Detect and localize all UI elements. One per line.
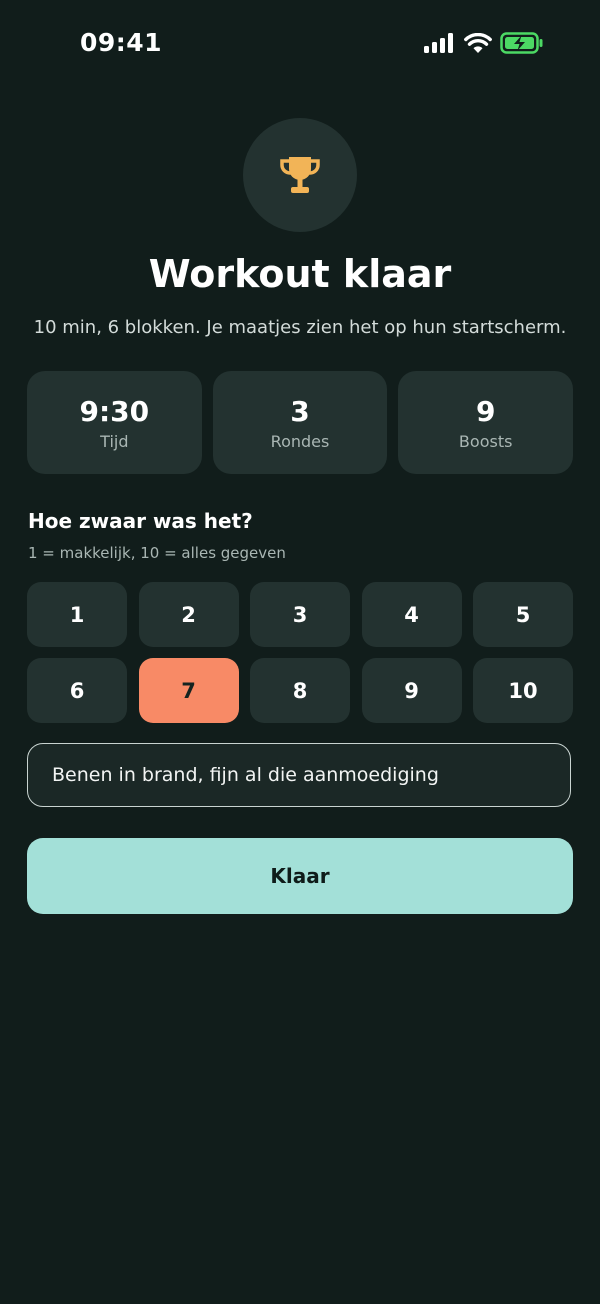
stat-label: Rondes: [270, 432, 330, 451]
rating-option-8[interactable]: 8: [250, 658, 350, 723]
stat-card-time: 9:30 Tijd: [27, 371, 202, 474]
wifi-icon: [464, 32, 492, 53]
effort-hint: 1 = makkelijk, 10 = alles gegeven: [28, 544, 286, 562]
effort-rating-grid: 1 2 3 4 5 6 7 8 9 10: [27, 582, 573, 723]
stat-label: Boosts: [458, 432, 513, 451]
status-icons: [424, 32, 544, 54]
stat-value: 9: [475, 395, 496, 428]
page-subtitle: 10 min, 6 blokken. Je maatjes zien het o…: [33, 317, 567, 338]
stat-card-rounds: 3 Rondes: [212, 371, 388, 474]
stat-value: 3: [290, 395, 310, 428]
cellular-signal-icon: [424, 33, 453, 53]
rating-option-4[interactable]: 4: [361, 582, 462, 647]
rating-option-1[interactable]: 1: [27, 582, 127, 647]
status-bar: 09:41: [0, 0, 600, 90]
trophy-badge: [243, 118, 357, 232]
stat-card-boosts: 9 Boosts: [398, 371, 574, 474]
rating-option-3[interactable]: 3: [250, 582, 350, 647]
rating-option-6[interactable]: 6: [27, 658, 127, 723]
done-button[interactable]: Klaar: [27, 838, 573, 914]
rating-option-5[interactable]: 5: [473, 582, 573, 647]
trophy-icon: [280, 157, 320, 193]
page-title: Workout klaar: [148, 252, 452, 296]
rating-option-10[interactable]: 10: [473, 658, 573, 723]
rating-option-7[interactable]: 7: [138, 658, 239, 723]
stat-value: 9:30: [79, 395, 150, 428]
note-input[interactable]: Benen in brand, fijn al die aanmoediging: [27, 743, 571, 807]
rating-option-9[interactable]: 9: [361, 658, 462, 723]
rating-option-2[interactable]: 2: [138, 582, 239, 647]
battery-charging-icon: [500, 32, 543, 54]
stat-label: Tijd: [100, 432, 129, 451]
stats-row: 9:30 Tijd 3 Rondes 9 Boosts: [27, 371, 574, 474]
effort-question: Hoe zwaar was het?: [28, 509, 253, 533]
status-time: 09:41: [80, 28, 163, 57]
